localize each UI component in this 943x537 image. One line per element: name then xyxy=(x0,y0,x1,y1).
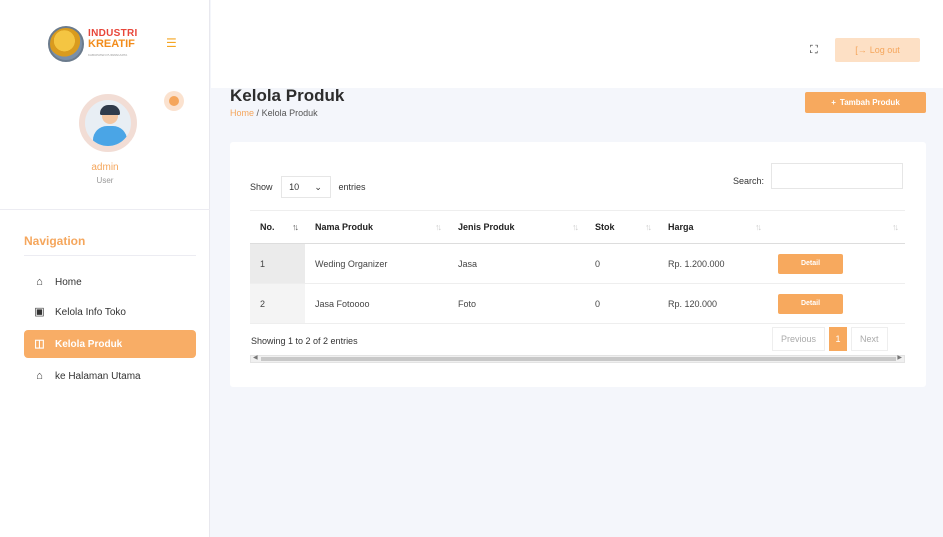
search-label: Search: xyxy=(733,176,765,186)
sidebar-item-kelola-info-toko[interactable]: ▣ Kelola Info Toko xyxy=(24,298,196,326)
cell-jenis: Foto xyxy=(448,283,585,324)
sidebar-item-label: ke Halaman Utama xyxy=(55,370,141,382)
page-1-button[interactable]: 1 xyxy=(829,327,848,351)
entries-label: entries xyxy=(338,182,366,192)
logo-text: INDUSTRI KREATIF KABUPATEN PURWAKARTA xyxy=(88,28,138,61)
sidebar-item-label: Home xyxy=(55,276,82,288)
pagination: Previous 1 Next xyxy=(772,327,888,351)
page-title: Kelola Produk xyxy=(230,86,345,105)
col-header-label: Jenis Produk xyxy=(458,222,515,232)
sort-icon: ↑↓ xyxy=(572,222,579,232)
detail-button[interactable]: Detail xyxy=(778,293,843,314)
store-icon: ▣ xyxy=(34,305,45,318)
fullscreen-icon[interactable]: ⛶ xyxy=(810,44,818,57)
logo-line3: KABUPATEN PURWAKARTA xyxy=(88,52,128,57)
next-button[interactable]: Next xyxy=(851,327,888,351)
cell-nama: Weding Organizer xyxy=(305,243,448,284)
logo-line1: INDUSTRI xyxy=(88,27,138,39)
cell-action: Detail xyxy=(768,283,905,324)
user-profile: admin User xyxy=(0,88,210,210)
sort-icon: ↑↓ xyxy=(755,222,762,232)
sort-icon: ↑↓ xyxy=(892,222,899,232)
horizontal-scrollbar[interactable]: ◀ ▶ xyxy=(250,355,905,363)
scrollbar-thumb[interactable] xyxy=(261,357,896,361)
breadcrumb-separator: / xyxy=(256,108,260,118)
user-role: User xyxy=(96,176,114,185)
cell-harga: Rp. 120.000 xyxy=(658,283,768,324)
product-icon: ◫ xyxy=(34,337,45,350)
avatar-body xyxy=(93,126,127,146)
detail-button[interactable]: Detail xyxy=(778,253,843,274)
breadcrumb: Home / Kelola Produk xyxy=(230,108,318,118)
user-name: admin xyxy=(91,162,119,173)
table-row: 1 Weding Organizer Jasa 0 Rp. 1.200.000 … xyxy=(250,243,905,284)
col-header-action[interactable]: ↑↓ xyxy=(768,210,905,244)
col-header-label: Stok xyxy=(595,222,615,232)
home-icon: ⌂ xyxy=(36,275,43,288)
sort-icon: ↑↓ xyxy=(292,222,299,232)
logo-line2: KREATIF xyxy=(88,37,135,50)
hamburger-icon[interactable]: ☰ xyxy=(166,36,177,50)
col-header-stok[interactable]: Stok ↑↓ xyxy=(585,210,658,244)
cell-stok: 0 xyxy=(585,283,658,324)
home-icon: ⌂ xyxy=(36,369,43,382)
col-header-no[interactable]: No. ↑↓ xyxy=(250,210,305,244)
scroll-left-icon[interactable]: ◀ xyxy=(253,354,258,361)
add-product-label: Tambah Produk xyxy=(839,98,900,107)
entries-select[interactable]: 10 ⌄ xyxy=(280,176,331,198)
status-indicator-icon xyxy=(164,91,184,111)
nav-divider xyxy=(24,255,196,256)
col-header-harga[interactable]: Harga ↑↓ xyxy=(658,210,768,244)
product-table-card: Show 10 ⌄ entries Search: No. ↑↓ Nama Pro… xyxy=(230,142,926,387)
avatar-hair xyxy=(100,105,120,115)
cell-stok: 0 xyxy=(585,243,658,284)
sidebar-item-label: Kelola Produk xyxy=(55,338,123,350)
length-control: Show 10 ⌄ entries xyxy=(250,176,366,198)
product-table: No. ↑↓ Nama Produk ↑↓ Jenis Produk ↑↓ Stok ↑… xyxy=(250,210,905,324)
sort-icon: ↑↓ xyxy=(435,222,442,232)
col-header-jenis[interactable]: Jenis Produk ↑↓ xyxy=(448,210,585,244)
avatar xyxy=(79,94,137,152)
nav-title: Navigation xyxy=(24,234,86,248)
sidebar-item-home[interactable]: ⌂ Home xyxy=(24,268,196,296)
previous-button[interactable]: Previous xyxy=(772,327,826,351)
col-header-nama[interactable]: Nama Produk ↑↓ xyxy=(305,210,448,244)
topbar xyxy=(211,0,943,88)
col-header-label: Nama Produk xyxy=(315,222,374,232)
add-product-button[interactable]: + Tambah Produk xyxy=(805,92,926,113)
sidebar: INDUSTRI KREATIF KABUPATEN PURWAKARTA ☰ … xyxy=(0,0,210,537)
cell-harga: Rp. 1.200.000 xyxy=(658,243,768,284)
breadcrumb-current: Kelola Produk xyxy=(261,108,318,118)
cell-action: Detail xyxy=(768,243,905,284)
brand[interactable]: INDUSTRI KREATIF KABUPATEN PURWAKARTA xyxy=(0,0,210,88)
cell-nama: Jasa Fotoooo xyxy=(305,283,448,324)
breadcrumb-home-link[interactable]: Home xyxy=(230,108,254,118)
cell-jenis: Jasa xyxy=(448,243,585,284)
scroll-right-icon[interactable]: ▶ xyxy=(897,354,902,361)
sidebar-item-halaman-utama[interactable]: ⌂ ke Halaman Utama xyxy=(24,362,196,390)
logo: INDUSTRI KREATIF KABUPATEN PURWAKARTA xyxy=(48,26,138,62)
entries-select-value: 10 xyxy=(289,182,300,192)
logout-icon: [→ xyxy=(855,45,867,55)
table-header-row: No. ↑↓ Nama Produk ↑↓ Jenis Produk ↑↓ Stok ↑… xyxy=(250,210,905,244)
chevron-down-icon: ⌄ xyxy=(314,181,322,192)
cell-no: 1 xyxy=(250,243,305,284)
logout-button[interactable]: [→ Log out xyxy=(835,38,920,62)
show-label: Show xyxy=(250,182,273,192)
col-header-label: No. xyxy=(260,222,275,232)
logout-label: Log out xyxy=(869,45,900,55)
table-row: 2 Jasa Fotoooo Foto 0 Rp. 120.000 Detail xyxy=(250,283,905,324)
sort-icon: ↑↓ xyxy=(645,222,652,232)
logo-emblem-icon xyxy=(48,26,84,62)
plus-icon: + xyxy=(831,98,836,107)
sidebar-item-label: Kelola Info Toko xyxy=(55,306,126,318)
sidebar-item-kelola-produk[interactable]: ◫ Kelola Produk xyxy=(24,330,196,358)
cell-no: 2 xyxy=(250,283,305,324)
search-input[interactable] xyxy=(771,163,903,189)
table-info: Showing 1 to 2 of 2 entries xyxy=(251,336,358,346)
col-header-label: Harga xyxy=(668,222,694,232)
